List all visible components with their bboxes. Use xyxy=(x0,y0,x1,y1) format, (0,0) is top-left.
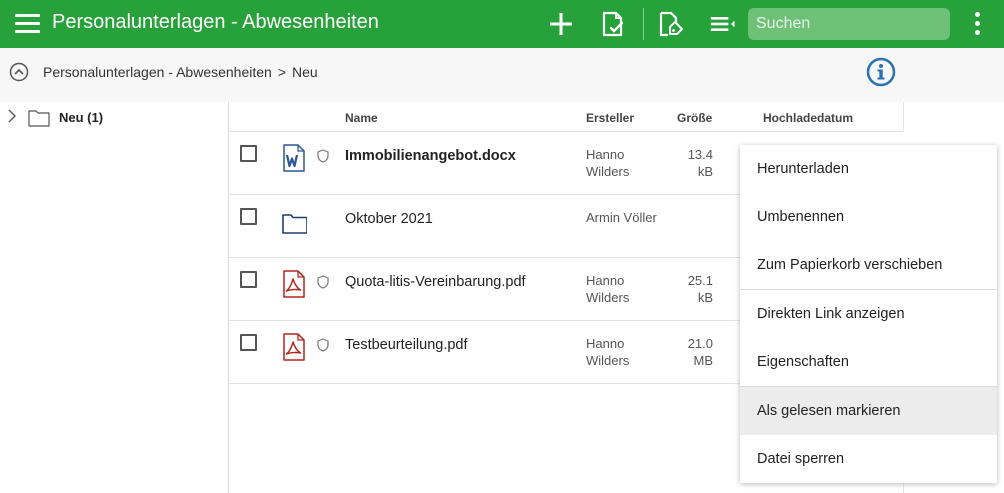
file-name[interactable]: Testbeurteilung.pdf xyxy=(345,337,468,353)
file-creator: Hanno Wilders xyxy=(586,272,666,306)
breadcrumb-current: Neu xyxy=(292,64,318,80)
size-unit: MB xyxy=(693,353,714,368)
add-icon[interactable] xyxy=(547,10,575,38)
size-unit: kB xyxy=(697,290,713,305)
tree-item-label: Neu (1) xyxy=(59,110,104,125)
creator-second-line: Wilders xyxy=(586,164,630,179)
column-header-name[interactable]: Name xyxy=(345,111,378,125)
breadcrumb-separator: > xyxy=(277,64,287,80)
menu-item-lock-file[interactable]: Datei sperren xyxy=(740,435,997,483)
tag-edit-icon[interactable] xyxy=(656,10,684,38)
chevron-up-circle-icon[interactable] xyxy=(9,62,29,82)
info-icon[interactable] xyxy=(866,57,896,87)
chevron-right-icon[interactable] xyxy=(6,109,18,123)
pdf-file-icon xyxy=(283,270,305,298)
file-name[interactable]: Immobilienangebot.docx xyxy=(345,148,516,164)
column-header-uploaded[interactable]: Hochladedatum xyxy=(763,111,853,125)
menu-item-mark-as-read[interactable]: Als gelesen markieren xyxy=(740,387,997,435)
file-name[interactable]: Oktober 2021 xyxy=(345,211,433,227)
word-file-icon xyxy=(283,144,305,172)
file-size: 25.1 kB xyxy=(669,272,713,306)
file-creator: Hanno Wilders xyxy=(586,146,666,180)
row-checkbox[interactable] xyxy=(240,271,257,288)
creator-first-line: Hanno xyxy=(586,273,625,288)
menu-item-rename[interactable]: Umbenennen xyxy=(740,193,997,241)
file-creator: Armin Völler xyxy=(586,209,666,226)
folder-tree: Neu (1) xyxy=(0,102,229,493)
file-size: 13.4 kB xyxy=(669,146,713,180)
table-header: Name Ersteller Größe Hochladedatum xyxy=(229,102,904,132)
breadcrumb-root[interactable]: Personalunterlagen - Abwesenheiten xyxy=(43,64,272,80)
breadcrumb: Personalunterlagen - Abwesenheiten > Neu xyxy=(43,64,318,80)
menu-icon[interactable] xyxy=(15,14,40,34)
size-unit: kB xyxy=(697,164,713,179)
sort-list-icon[interactable] xyxy=(710,10,738,38)
more-vert-icon[interactable] xyxy=(972,12,982,36)
column-header-size[interactable]: Größe xyxy=(677,111,712,125)
size-value: 13.4 xyxy=(687,147,713,162)
menu-item-properties[interactable]: Eigenschaften xyxy=(740,338,997,386)
app-title: Personalunterlagen - Abwesenheiten xyxy=(52,11,379,33)
menu-item-show-direct-link[interactable]: Direkten Link anzeigen xyxy=(740,290,997,338)
toolbar-divider xyxy=(643,8,644,40)
file-creator: Hanno Wilders xyxy=(586,335,666,369)
creator-first-line: Hanno xyxy=(586,147,625,162)
context-menu: Herunterladen Umbenennen Zum Papierkorb … xyxy=(740,145,997,483)
breadcrumb-bar: Personalunterlagen - Abwesenheiten > Neu xyxy=(0,48,1004,102)
creator-second-line: Wilders xyxy=(586,353,630,368)
pdf-file-icon xyxy=(283,333,305,361)
menu-item-move-to-trash[interactable]: Zum Papierkorb verschieben xyxy=(740,241,997,289)
file-name[interactable]: Quota-litis-Vereinbarung.pdf xyxy=(345,274,526,290)
file-size: 21.0 MB xyxy=(669,335,713,369)
column-header-creator[interactable]: Ersteller xyxy=(586,111,634,125)
shield-icon xyxy=(317,149,329,163)
menu-item-download[interactable]: Herunterladen xyxy=(740,145,997,193)
row-checkbox[interactable] xyxy=(240,208,257,225)
creator-first-line: Hanno xyxy=(586,336,625,351)
folder-icon xyxy=(28,110,50,127)
tree-item-neu[interactable]: Neu (1) xyxy=(0,102,228,132)
shield-icon xyxy=(317,338,329,352)
shield-icon xyxy=(317,275,329,289)
folder-icon xyxy=(282,214,307,234)
creator-second-line: Wilders xyxy=(586,290,630,305)
search-input[interactable] xyxy=(748,8,950,40)
size-value: 25.1 xyxy=(687,273,713,288)
size-value: 21.0 xyxy=(687,336,713,351)
row-checkbox[interactable] xyxy=(240,334,257,351)
app-header: Personalunterlagen - Abwesenheiten xyxy=(0,0,1004,48)
document-check-icon[interactable] xyxy=(599,10,627,38)
row-checkbox[interactable] xyxy=(240,145,257,162)
creator-first-line: Armin Völler xyxy=(586,210,657,225)
